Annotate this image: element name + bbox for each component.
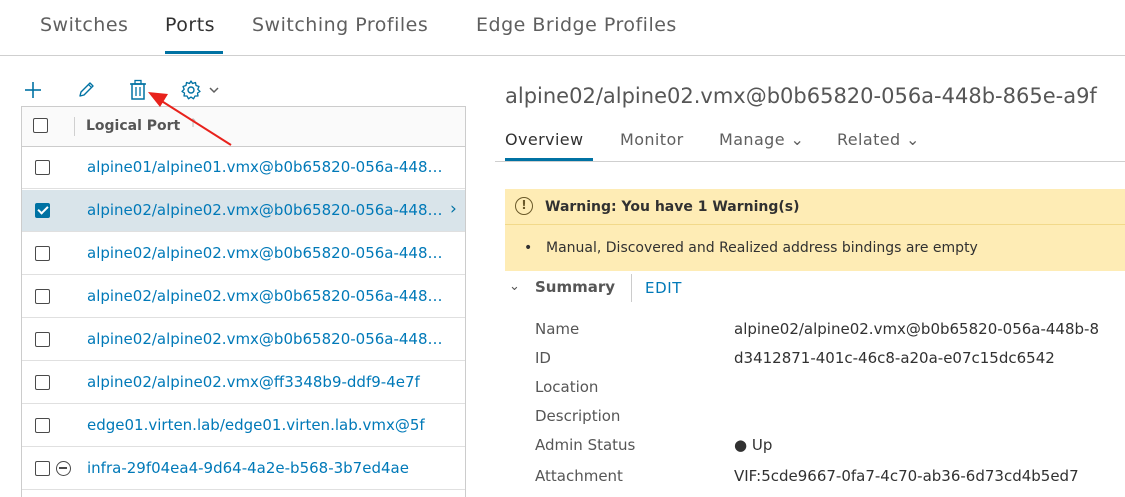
table-row[interactable]: alpine02/alpine02.vmx@b0b65820-056a-448b… (22, 319, 465, 361)
warning-title: Warning: You have 1 Warning(s) (545, 199, 800, 215)
logical-port-link[interactable]: infra-29f04ea4-9d64-4a2e-b568-3b7ed4ae (87, 459, 449, 477)
logical-port-link[interactable]: alpine02/alpine02.vmx@ff3348b9-ddf9-4e7f (87, 373, 449, 391)
minus-circle-icon (56, 461, 71, 476)
tab-ports[interactable]: Ports (165, 14, 215, 36)
logical-port-link[interactable]: alpine02/alpine02.vmx@b0b65820-056a-448b… (87, 201, 449, 219)
prop-label-id: ID (535, 349, 551, 367)
warning-divider (505, 224, 1125, 225)
logical-port-link[interactable]: alpine02/alpine02.vmx@b0b65820-056a-448b… (87, 244, 449, 262)
gear-icon (181, 80, 201, 100)
active-subtab-indicator (505, 158, 593, 161)
select-all-checkbox[interactable] (33, 118, 48, 133)
logical-ports-grid: Logical Port ↑ alpine01/alpine01.vmx@b0b… (21, 106, 466, 497)
prop-value-admin-status: ● Up (734, 436, 773, 454)
row-checkbox[interactable] (35, 418, 50, 433)
prop-label-description: Description (535, 407, 621, 425)
subtab-manage[interactable]: Manage ⌄ (719, 130, 804, 149)
detail-title: alpine02/alpine02.vmx@b0b65820-056a-448b… (505, 84, 1097, 108)
settings-menu-button[interactable] (177, 76, 223, 104)
summary-edit-button[interactable]: EDIT (645, 279, 682, 297)
warning-message-text: Manual, Discovered and Realized address … (546, 240, 978, 256)
warning-alert: ! Warning: You have 1 Warning(s) Manual,… (505, 189, 1125, 271)
plus-icon (25, 82, 41, 98)
row-checkbox[interactable] (35, 289, 50, 304)
logical-port-link[interactable]: edge01.virten.lab/edge01.virten.lab.vmx@… (87, 416, 449, 434)
table-row-selected[interactable]: alpine02/alpine02.vmx@b0b65820-056a-448b… (22, 190, 465, 232)
subtab-overview[interactable]: Overview (505, 130, 584, 149)
row-checkbox[interactable] (35, 332, 50, 347)
prop-value-id: d3412871-401c-46c8-a20a-e07c15dc6542 (734, 349, 1055, 367)
logical-port-link[interactable]: alpine02/alpine02.vmx@b0b65820-056a-448b… (87, 330, 449, 348)
row-checkbox[interactable] (35, 375, 50, 390)
trash-icon (130, 79, 146, 100)
row-checkbox[interactable] (35, 160, 50, 175)
chevron-right-icon[interactable]: › (450, 199, 457, 219)
prop-label-admin-status: Admin Status (535, 436, 636, 454)
grid-toolbar (0, 72, 470, 108)
table-row[interactable]: alpine01/alpine01.vmx@b0b65820-056a-448b… (22, 147, 465, 189)
summary-separator (631, 274, 632, 302)
table-row[interactable]: alpine02/alpine02.vmx@ff3348b9-ddf9-4e7f (22, 362, 465, 404)
logical-port-link[interactable]: alpine01/alpine01.vmx@b0b65820-056a-448b… (87, 158, 449, 176)
tab-edge-bridge-profiles[interactable]: Edge Bridge Profiles (476, 14, 677, 36)
sort-arrow-icon[interactable]: ↑ (188, 116, 198, 130)
prop-value-attachment: VIF:5cde9667-0fa7-4c70-ab36-6d73cd4b5ed7 (734, 467, 1079, 485)
pencil-icon (79, 82, 94, 97)
top-tab-bar: Switches Ports Switching Profiles Edge B… (0, 0, 1125, 56)
summary-title[interactable]: Summary (535, 278, 615, 296)
row-checkbox[interactable] (35, 246, 50, 261)
row-checkbox[interactable] (35, 203, 50, 218)
table-row[interactable]: alpine02/alpine02.vmx@b0b65820-056a-448b… (22, 276, 465, 318)
detail-subtabs: Overview Monitor Manage ⌄ Related ⌄ (495, 120, 1125, 162)
prop-label-location: Location (535, 378, 599, 396)
chevron-down-icon[interactable]: ⌄ (509, 279, 520, 294)
subtab-related[interactable]: Related ⌄ (837, 130, 920, 149)
subtab-monitor[interactable]: Monitor (620, 130, 684, 149)
tab-switches[interactable]: Switches (40, 14, 128, 36)
grid-header: Logical Port ↑ (22, 107, 465, 147)
warning-icon: ! (515, 197, 533, 215)
logical-port-link[interactable]: alpine02/alpine02.vmx@b0b65820-056a-448b… (87, 287, 449, 305)
column-separator (74, 117, 75, 136)
prop-value-name: alpine02/alpine02.vmx@b0b65820-056a-448b… (734, 320, 1099, 338)
add-button[interactable] (20, 76, 46, 104)
delete-button[interactable] (125, 76, 151, 104)
column-header-logical-port[interactable]: Logical Port (86, 118, 180, 134)
warning-message: Manual, Discovered and Realized address … (524, 240, 978, 256)
table-row[interactable]: edge01.virten.lab/edge01.virten.lab.vmx@… (22, 405, 465, 447)
prop-label-attachment: Attachment (535, 467, 623, 485)
tab-switching-profiles[interactable]: Switching Profiles (252, 14, 428, 36)
chevron-down-icon (209, 87, 219, 94)
active-tab-indicator (165, 51, 223, 54)
table-row[interactable]: alpine02/alpine02.vmx@b0b65820-056a-448b… (22, 233, 465, 275)
prop-label-name: Name (535, 320, 580, 338)
edit-button[interactable] (73, 76, 99, 104)
row-checkbox[interactable] (35, 461, 50, 476)
table-row[interactable]: infra-29f04ea4-9d64-4a2e-b568-3b7ed4ae (22, 448, 465, 490)
